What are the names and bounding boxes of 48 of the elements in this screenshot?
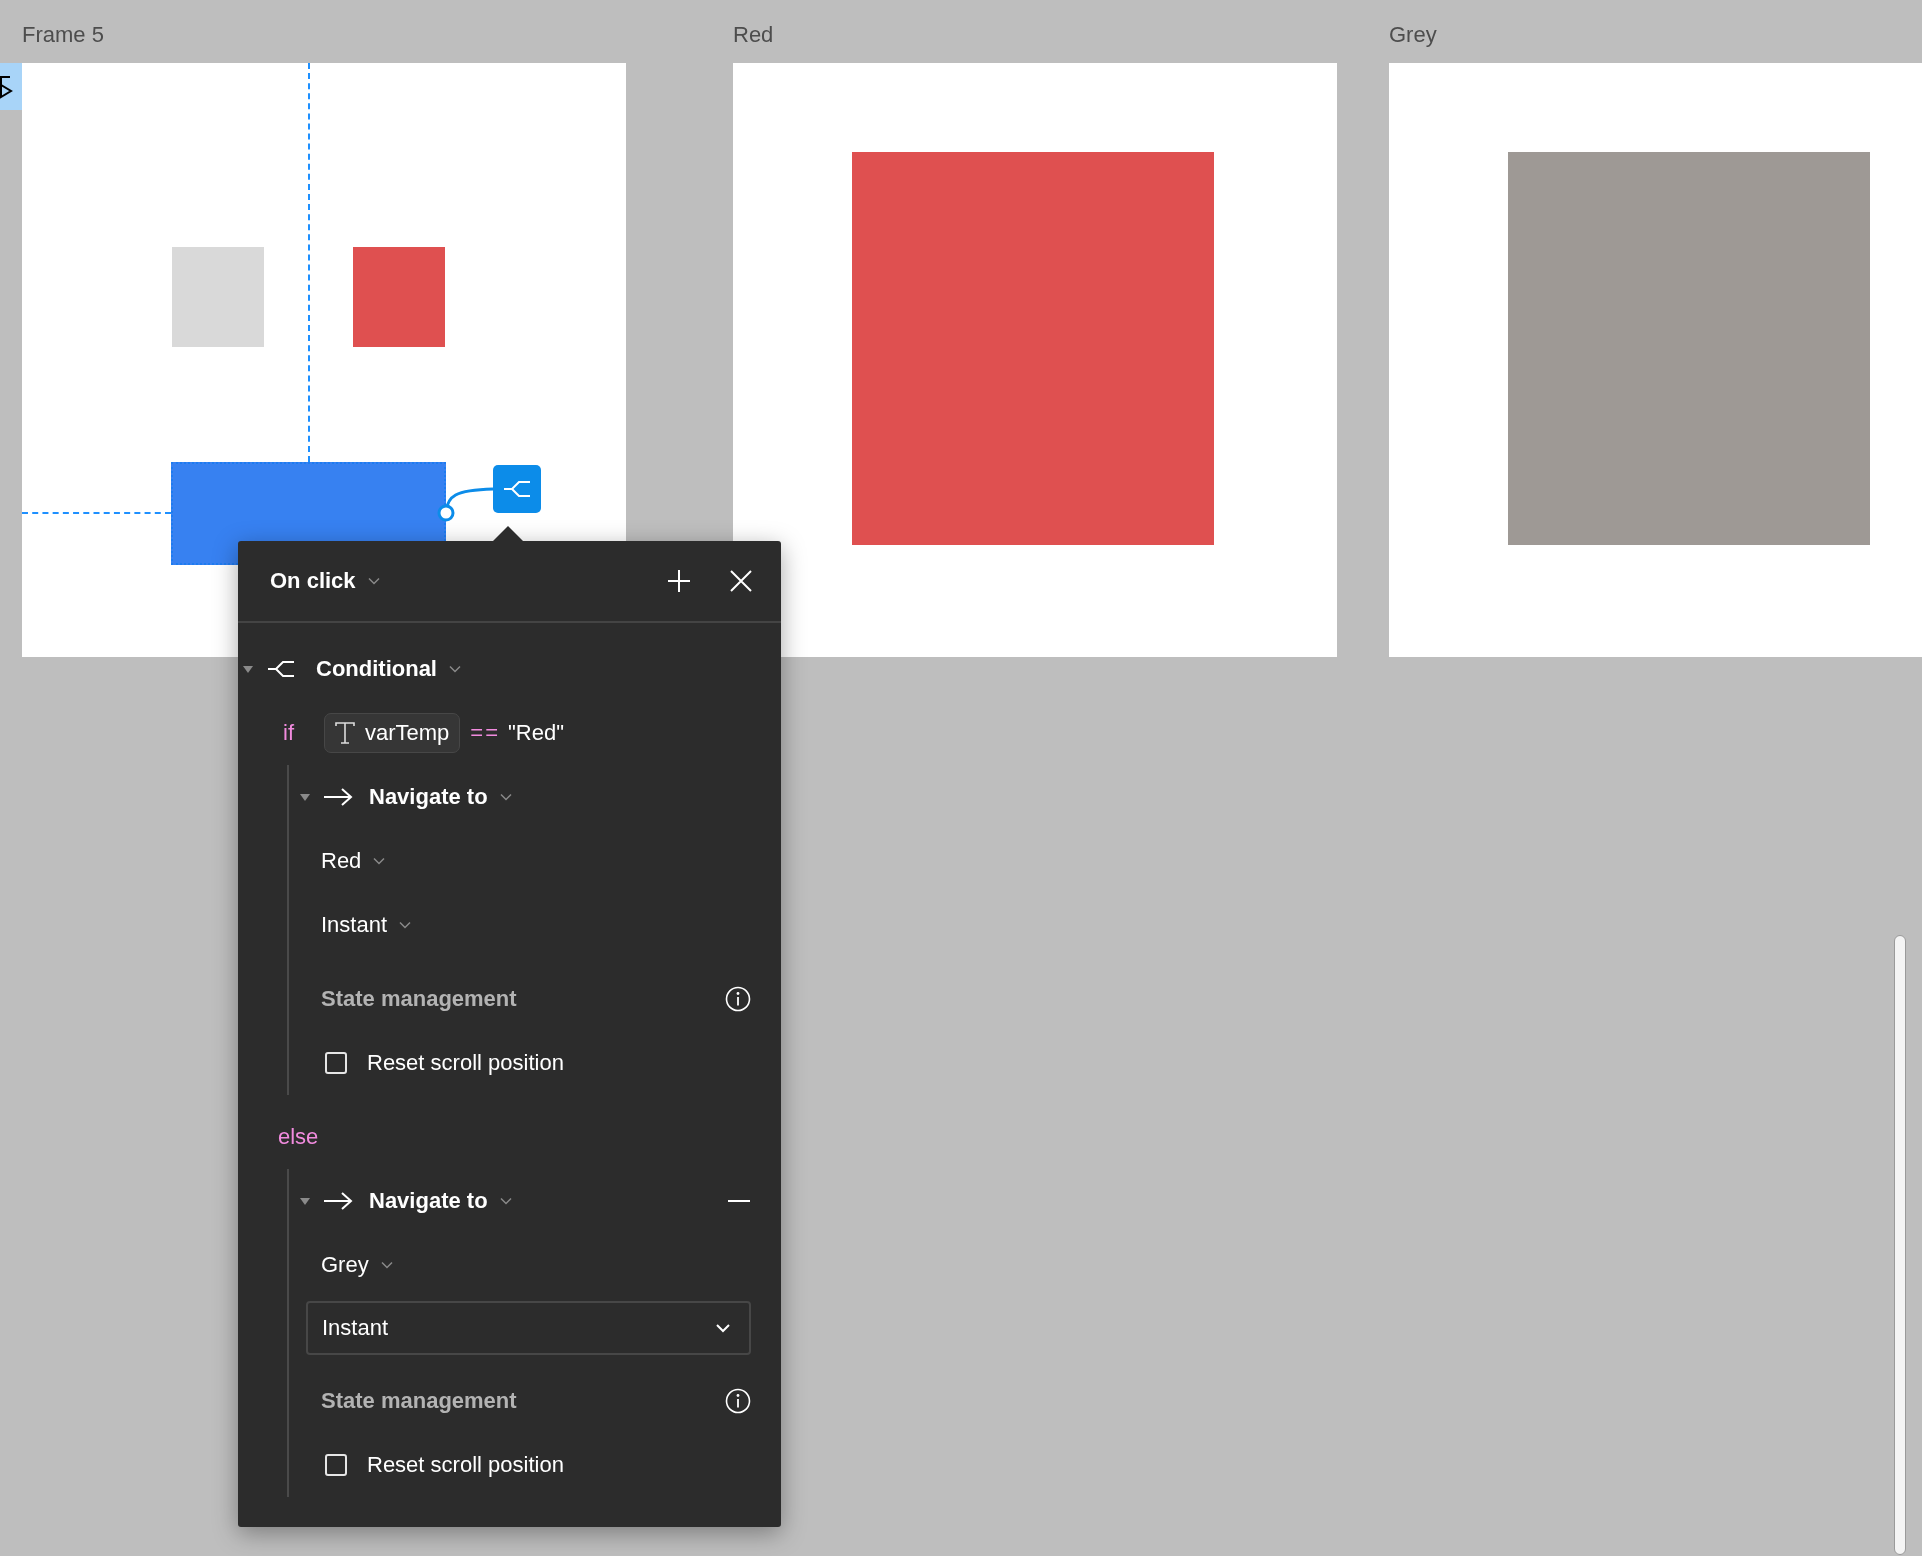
chevron-down-icon <box>373 857 386 865</box>
checkbox-label[interactable]: Reset scroll position <box>367 1452 564 1478</box>
arrow-right-icon <box>323 1191 353 1211</box>
action-label[interactable]: Conditional <box>316 656 437 682</box>
condition-keyword: else <box>278 1124 319 1150</box>
condition-keyword: if <box>283 720 294 746</box>
section-heading: State management <box>321 986 517 1012</box>
condition-value[interactable]: "Red" <box>508 720 565 746</box>
close-icon <box>729 569 753 593</box>
disclosure-triangle-icon[interactable] <box>242 663 254 675</box>
animation-dropdown[interactable]: Instant <box>306 1301 751 1355</box>
minus-icon <box>727 1199 751 1203</box>
chevron-down-icon <box>715 1323 731 1333</box>
checkbox[interactable] <box>325 1052 347 1074</box>
chevron-down-icon <box>499 793 512 801</box>
frame-title: Grey <box>1389 22 1437 48</box>
arrow-right-icon <box>323 787 353 807</box>
chevron-down-icon <box>449 665 461 673</box>
destination-dropdown[interactable]: Red <box>321 848 386 874</box>
frame-title: Frame 5 <box>22 22 104 48</box>
action-label[interactable]: Navigate to <box>369 784 488 810</box>
play-icon <box>0 74 14 99</box>
chevron-down-icon <box>380 1261 393 1269</box>
start-tab[interactable] <box>0 63 22 110</box>
variable-chip[interactable]: varTemp <box>324 713 461 753</box>
animation-dropdown[interactable]: Instant <box>321 912 412 938</box>
add-button[interactable] <box>667 569 691 593</box>
remove-button[interactable] <box>727 1199 751 1203</box>
plus-icon <box>667 569 691 593</box>
action-label[interactable]: Navigate to <box>369 1188 488 1214</box>
chevron-down-icon <box>399 921 412 929</box>
chevron-down-icon <box>367 577 380 585</box>
scrollbar[interactable] <box>1894 935 1906 1555</box>
info-icon[interactable] <box>725 1388 751 1414</box>
frame-title: Red <box>733 22 774 48</box>
checkbox-label[interactable]: Reset scroll position <box>367 1050 564 1076</box>
disclosure-triangle-icon[interactable] <box>299 1195 311 1207</box>
close-button[interactable] <box>729 569 753 593</box>
chevron-down-icon <box>499 1197 512 1205</box>
operator: == <box>470 720 501 746</box>
trigger-label[interactable]: On click <box>270 568 356 594</box>
destination-dropdown[interactable]: Grey <box>321 1252 393 1278</box>
section-heading: State management <box>321 1388 517 1414</box>
disclosure-triangle-icon[interactable] <box>299 791 311 803</box>
text-icon <box>335 722 355 744</box>
info-icon[interactable] <box>725 986 751 1012</box>
checkbox[interactable] <box>325 1454 347 1476</box>
branch-icon[interactable] <box>493 465 541 513</box>
